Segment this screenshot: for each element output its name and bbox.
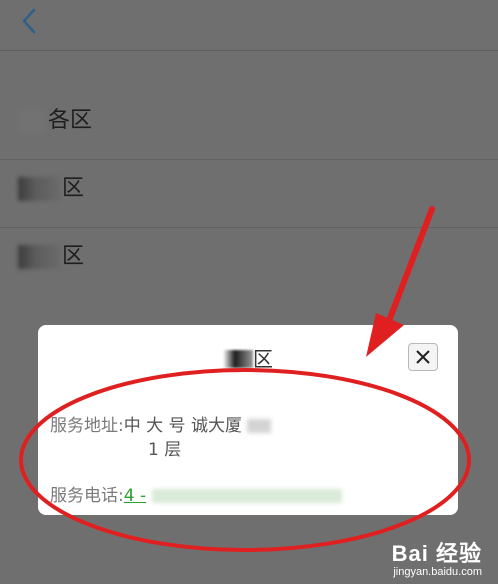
list-item[interactable]: 各区 [0, 92, 498, 160]
list-item-label: 各区 [48, 108, 93, 133]
redacted-text [18, 177, 60, 201]
redacted-text [18, 245, 60, 269]
redacted-text [18, 109, 46, 133]
back-chevron-icon[interactable] [14, 6, 44, 36]
watermark-logo: Bai 经验 [391, 541, 482, 566]
nav-header [0, 0, 498, 51]
annotation-arrow [366, 206, 435, 357]
baidu-jingyan-watermark: Bai 经验 jingyan.baidu.com [392, 536, 482, 578]
watermark-url: jingyan.baidu.com [393, 566, 482, 578]
annotation-ellipse [19, 368, 471, 552]
list-item-label: 区 [62, 176, 85, 201]
list-item-label: 区 [62, 244, 85, 269]
